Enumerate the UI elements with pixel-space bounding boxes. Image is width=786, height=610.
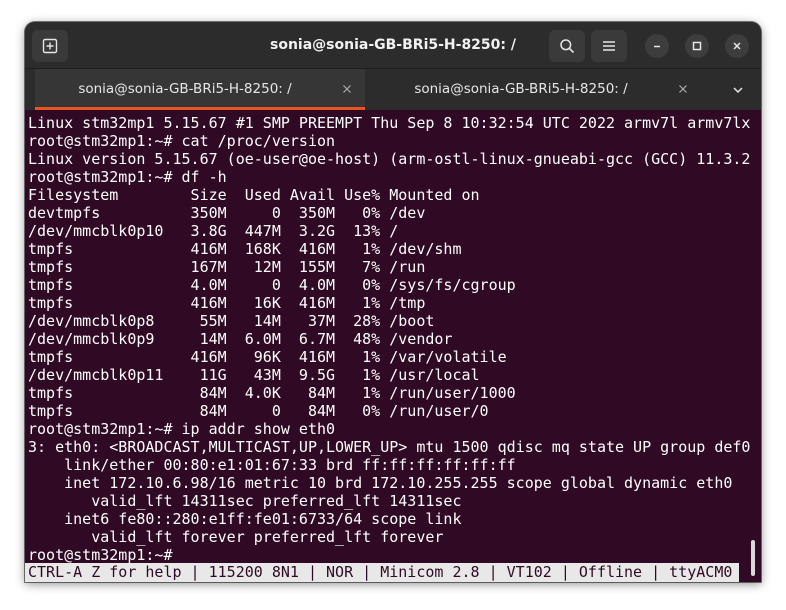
terminal-line: /dev/mmcblk0p10 3.8G 447M 3.2G 13% / xyxy=(28,222,399,240)
title-bar: sonia@sonia-GB-BRi5-H-8250: / xyxy=(25,22,761,68)
chevron-down-icon xyxy=(733,87,743,94)
terminal-line: valid_lft forever preferred_lft forever xyxy=(28,528,444,546)
minicom-status-bar: CTRL-A Z for help | 115200 8N1 | NOR | M… xyxy=(25,563,739,582)
terminal-scrollbar[interactable] xyxy=(751,540,755,576)
tab-list-button[interactable] xyxy=(725,77,751,103)
terminal-output[interactable]: Linux stm32mp1 5.15.67 #1 SMP PREEMPT Th… xyxy=(25,110,761,582)
terminal-lines: Linux stm32mp1 5.15.67 #1 SMP PREEMPT Th… xyxy=(28,114,750,564)
terminal-line: tmpfs 416M 16K 416M 1% /tmp xyxy=(28,294,426,312)
search-icon xyxy=(560,39,575,54)
tab-bar: sonia@sonia-GB-BRi5-H-8250: / sonia@soni… xyxy=(25,68,761,110)
terminal-line: inet6 fe80::280:e1ff:fe01:6733/64 scope … xyxy=(28,510,462,528)
tab-terminal-1[interactable]: sonia@sonia-GB-BRi5-H-8250: / xyxy=(35,69,365,110)
tab-terminal-2[interactable]: sonia@sonia-GB-BRi5-H-8250: / xyxy=(371,69,701,110)
menu-button[interactable] xyxy=(591,30,627,62)
minimize-button[interactable] xyxy=(645,34,669,58)
tab-close-button[interactable] xyxy=(673,79,693,99)
terminal-line: 3: eth0: <BROADCAST,MULTICAST,UP,LOWER_U… xyxy=(28,438,751,456)
terminal-line: devtmpfs 350M 0 350M 0% /dev xyxy=(28,204,426,222)
close-icon xyxy=(679,85,687,93)
terminal-line: Linux stm32mp1 5.15.67 #1 SMP PREEMPT Th… xyxy=(28,114,751,132)
search-button[interactable] xyxy=(549,30,585,62)
terminal-line: root@stm32mp1:~# cat /proc/version xyxy=(28,132,336,150)
maximize-button[interactable] xyxy=(685,34,709,58)
terminal-line: /dev/mmcblk0p11 11G 43M 9.5G 1% /usr/loc… xyxy=(28,366,480,384)
terminal-line: Filesystem Size Used Avail Use% Mounted … xyxy=(28,186,480,204)
close-icon xyxy=(733,42,741,50)
terminal-line: Linux version 5.15.67 (oe-user@oe-host) … xyxy=(28,150,751,168)
tab-label: sonia@sonia-GB-BRi5-H-8250: / xyxy=(414,81,628,97)
terminal-line: tmpfs 84M 0 84M 0% /run/user/0 xyxy=(28,402,489,420)
terminal-line: /dev/mmcblk0p8 55M 14M 37M 28% /boot xyxy=(28,312,435,330)
terminal-window: sonia@sonia-GB-BRi5-H-8250: / sonia@soni… xyxy=(25,22,761,582)
close-icon xyxy=(343,85,351,93)
tab-label: sonia@sonia-GB-BRi5-H-8250: / xyxy=(78,81,292,97)
terminal-line: /dev/mmcblk0p9 14M 6.0M 6.7M 48% /vendor xyxy=(28,330,453,348)
new-tab-button[interactable] xyxy=(32,30,68,62)
close-button[interactable] xyxy=(725,34,749,58)
terminal-line: tmpfs 4.0M 0 4.0M 0% /sys/fs/cgroup xyxy=(28,276,516,294)
terminal-line: valid_lft 14311sec preferred_lft 14311se… xyxy=(28,492,462,510)
terminal-line: root@stm32mp1:~# xyxy=(28,546,173,564)
terminal-line: root@stm32mp1:~# ip addr show eth0 xyxy=(28,420,336,438)
window-title: sonia@sonia-GB-BRi5-H-8250: / xyxy=(270,37,516,53)
terminal-line: inet 172.10.6.98/16 metric 10 brd 172.10… xyxy=(28,474,733,492)
terminal-line: tmpfs 416M 96K 416M 1% /var/volatile xyxy=(28,348,507,366)
minimize-icon xyxy=(654,45,660,48)
tab-close-button[interactable] xyxy=(337,79,357,99)
maximize-icon xyxy=(692,41,702,51)
terminal-line: tmpfs 416M 168K 416M 1% /dev/shm xyxy=(28,240,462,258)
terminal-line: link/ether 00:80:e1:01:67:33 brd ff:ff:f… xyxy=(28,456,516,474)
terminal-line: root@stm32mp1:~# df -h xyxy=(28,168,227,186)
hamburger-menu-icon xyxy=(603,41,615,51)
new-tab-icon xyxy=(42,38,58,54)
terminal-line: tmpfs 167M 12M 155M 7% /run xyxy=(28,258,426,276)
terminal-line: tmpfs 84M 4.0K 84M 1% /run/user/1000 xyxy=(28,384,516,402)
